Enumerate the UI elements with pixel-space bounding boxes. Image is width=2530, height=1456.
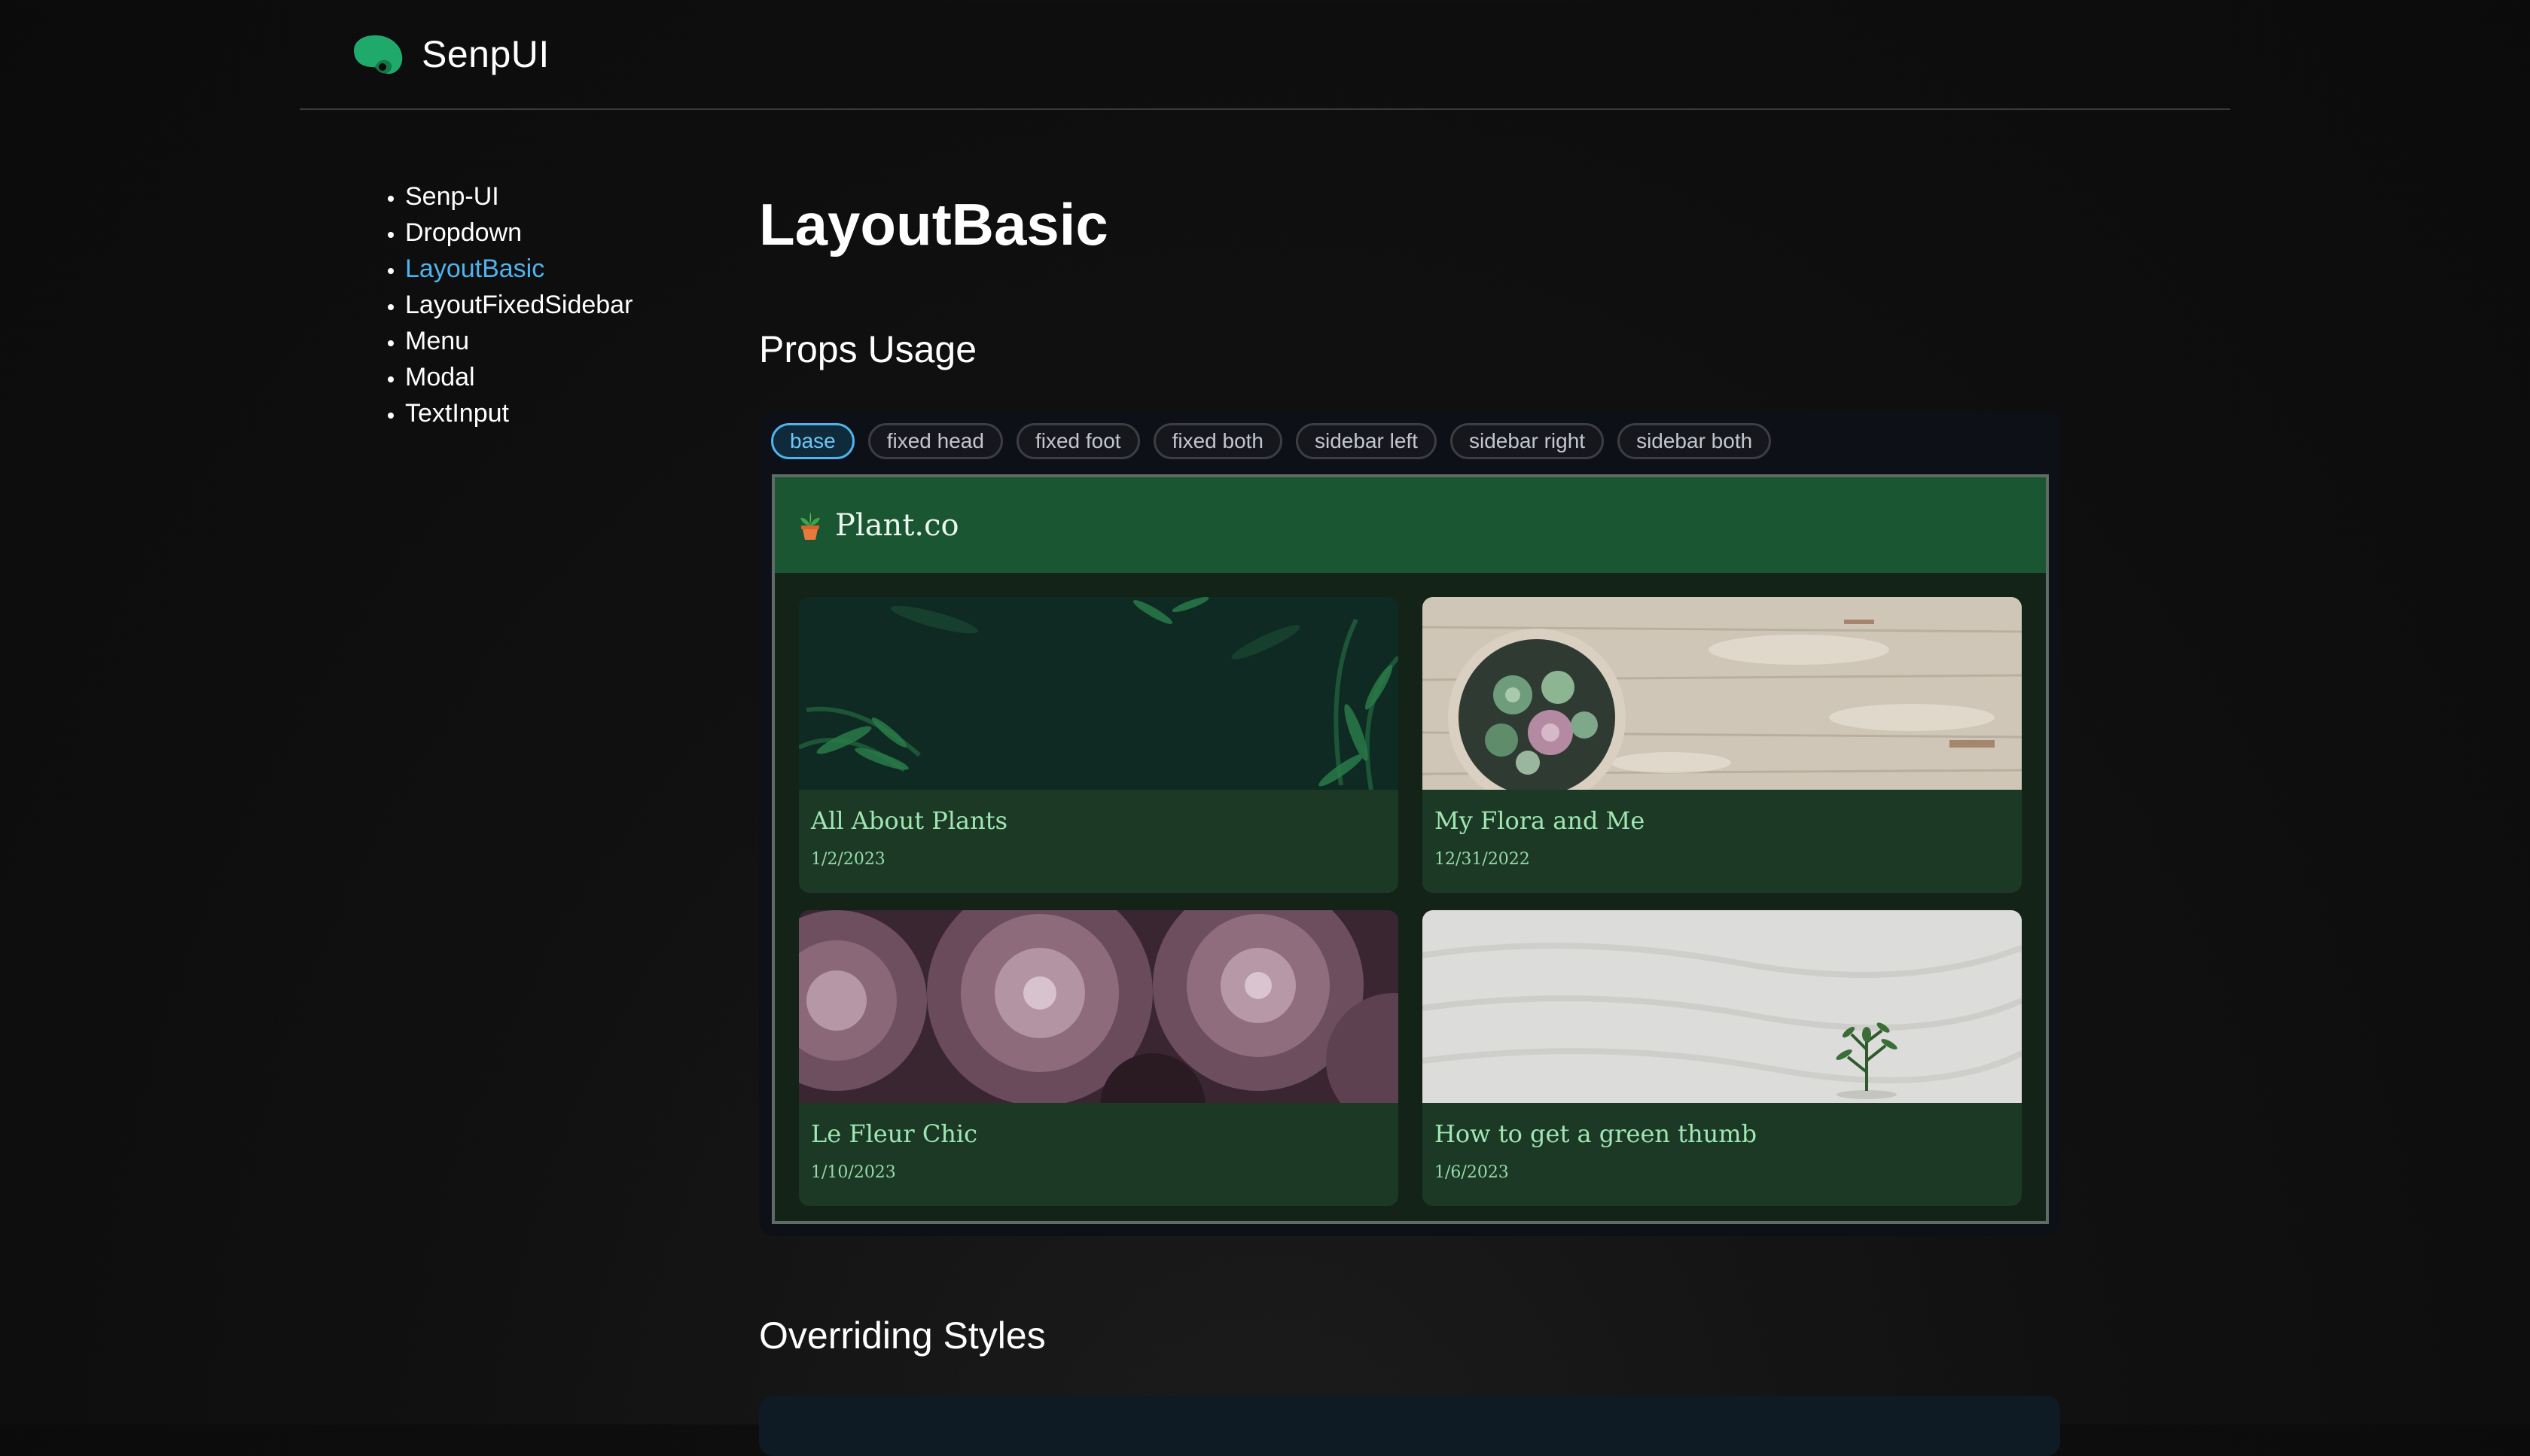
post-title: How to get a green thumb	[1434, 1119, 1757, 1148]
post-card[interactable]: Le Fleur Chic 1/10/2023	[799, 910, 1398, 1206]
sidebar-item-modal[interactable]: Modal	[405, 359, 632, 395]
chip-sidebar-right[interactable]: sidebar right	[1449, 423, 1605, 459]
sidebar-item-layoutfixedsidebar[interactable]: LayoutFixedSidebar	[405, 287, 632, 323]
sidebar-nav: Senp-UI Dropdown LayoutBasic LayoutFixed…	[372, 178, 632, 431]
chip-sidebar-left[interactable]: sidebar left	[1296, 423, 1437, 459]
sidebar-item-menu[interactable]: Menu	[405, 323, 632, 359]
post-title: My Flora and Me	[1434, 806, 1645, 835]
purple-succulents-image	[799, 910, 1398, 1103]
preview-brand: Plant.co	[835, 507, 959, 543]
top-header: SenpUI	[300, 0, 2230, 110]
post-card[interactable]: How to get a green thumb 1/6/2023	[1422, 910, 2022, 1206]
fern-leaves-image	[799, 597, 1398, 790]
succulent-bowl-image	[1422, 597, 2022, 790]
layout-variant-chips: base fixed head fixed foot fixed both si…	[771, 423, 1772, 459]
post-title: Le Fleur Chic	[811, 1119, 978, 1148]
sidebar-item-dropdown[interactable]: Dropdown	[405, 215, 632, 251]
post-date: 1/2/2023	[811, 850, 886, 869]
post-title: All About Plants	[811, 806, 1007, 835]
sprout-in-sand-image	[1422, 910, 2022, 1103]
props-usage-heading: Props Usage	[759, 328, 977, 370]
preview-header: Plant.co	[775, 477, 2046, 573]
leaf-logo-icon	[354, 35, 403, 75]
layout-preview-frame: Plant.co All About Plants 1/2/2023 My Fl…	[772, 474, 2049, 1224]
overriding-styles-heading: Overriding Styles	[759, 1314, 1046, 1357]
sidebar-item-layoutbasic[interactable]: LayoutBasic	[405, 251, 632, 287]
post-date: 12/31/2022	[1434, 850, 1530, 869]
post-card[interactable]: All About Plants 1/2/2023	[799, 597, 1398, 893]
chip-base[interactable]: base	[771, 423, 855, 459]
preview-content: All About Plants 1/2/2023 My Flora and M…	[775, 573, 2046, 1221]
brand-home-link[interactable]: SenpUI	[349, 30, 550, 78]
post-card[interactable]: My Flora and Me 12/31/2022	[1422, 597, 2022, 893]
post-date: 1/6/2023	[1434, 1163, 1509, 1182]
chip-fixed-head[interactable]: fixed head	[867, 423, 1003, 459]
brand-name: SenpUI	[422, 33, 550, 75]
chip-sidebar-both[interactable]: sidebar both	[1617, 423, 1772, 459]
post-date: 1/10/2023	[811, 1163, 896, 1182]
chip-fixed-foot[interactable]: fixed foot	[1016, 423, 1140, 459]
overriding-styles-panel	[759, 1396, 2060, 1456]
page-title: LayoutBasic	[759, 191, 1108, 257]
sidebar-item-textinput[interactable]: TextInput	[405, 395, 632, 431]
chip-fixed-both[interactable]: fixed both	[1153, 423, 1282, 459]
props-demo-panel: base fixed head fixed foot fixed both si…	[759, 411, 2060, 1236]
sidebar-item-senp-ui[interactable]: Senp-UI	[405, 178, 632, 215]
potted-plant-icon	[800, 511, 820, 540]
